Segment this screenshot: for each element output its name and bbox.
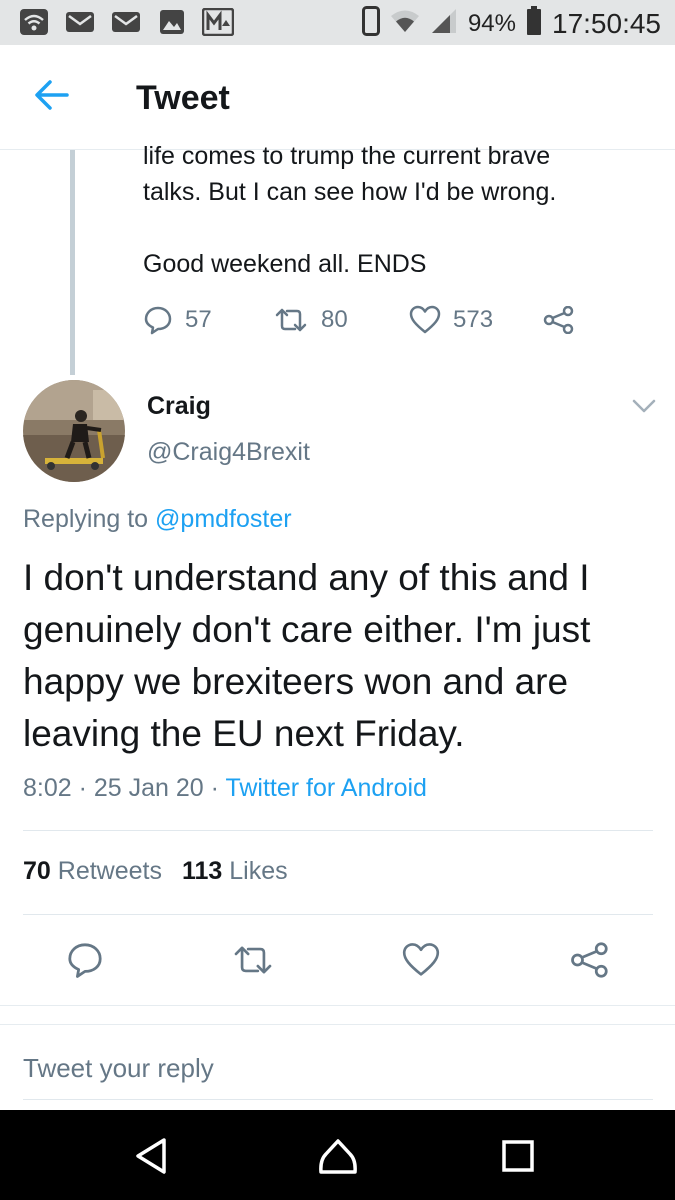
reply-icon — [68, 943, 102, 978]
heart-icon — [409, 305, 441, 334]
tweet-text: I don't understand any of this and I gen… — [23, 557, 591, 754]
back-arrow-icon — [35, 80, 69, 110]
previous-tweet-line: talks. But I can see how I'd be wrong. — [143, 178, 557, 206]
tweet-meta: 8:02 · 25 Jan 20 · Twitter for Android — [23, 774, 427, 802]
nav-back-button[interactable] — [126, 1134, 174, 1178]
user-handle[interactable]: @Craig4Brexit — [147, 438, 310, 467]
previous-like-button[interactable]: 573 — [409, 305, 543, 335]
replying-prefix: Replying to — [23, 505, 156, 533]
previous-tweet-actions: 57 80 573 — [143, 300, 575, 340]
gallery-icon — [202, 8, 234, 36]
wifi-icon — [390, 8, 420, 39]
image-icon — [156, 8, 188, 36]
tweet-source-link[interactable]: Twitter for Android — [225, 774, 426, 802]
page-title: Tweet — [136, 79, 230, 117]
previous-tweet-line: life comes to trump the current brave — [143, 142, 551, 170]
user-name[interactable]: Craig — [147, 392, 211, 421]
app-header: Tweet — [0, 45, 675, 150]
system-nav-bar — [0, 1110, 675, 1200]
chevron-down-icon — [632, 399, 656, 413]
reply-button[interactable] — [60, 935, 110, 985]
retweets-stat[interactable]: 70 Retweets — [23, 857, 162, 885]
replying-to: Replying to @pmdfoster — [23, 505, 292, 534]
previous-retweet-button[interactable]: 80 — [273, 306, 409, 334]
heart-icon — [402, 943, 440, 976]
nav-recents-button[interactable] — [494, 1134, 542, 1178]
mail-icon-2 — [110, 8, 142, 36]
clock: 17:50:45 — [552, 7, 661, 39]
retweet-count: 80 — [321, 306, 348, 333]
mail-icon — [64, 8, 96, 36]
divider — [23, 914, 653, 915]
replying-to-link[interactable]: @pmdfoster — [155, 505, 292, 533]
notification-icons — [18, 8, 234, 36]
tweet-time: 8:02 — [23, 774, 72, 802]
like-count: 573 — [453, 306, 494, 333]
wifi-hotspot-icon — [18, 8, 50, 36]
like-total: 113 — [181, 857, 223, 885]
previous-share-button[interactable] — [543, 306, 575, 334]
nav-home-button[interactable] — [314, 1134, 362, 1178]
divider — [23, 1099, 653, 1100]
status-bar: 94% 17:50:45 — [0, 0, 675, 45]
divider — [23, 830, 653, 831]
previous-tweet-closing: Good weekend all. ENDS — [143, 250, 427, 278]
battery-icon — [526, 6, 542, 41]
reply-icon — [144, 306, 172, 335]
retweet-icon — [234, 946, 272, 974]
like-label: Likes — [229, 857, 288, 885]
tweet-date: 25 Jan 20 — [93, 774, 204, 802]
back-button[interactable] — [34, 79, 74, 115]
system-icons: 94% 17:50:45 — [361, 6, 661, 41]
back-triangle-icon — [136, 1138, 166, 1174]
tweet-actions — [0, 935, 675, 985]
share-icon — [571, 942, 608, 978]
tweet-menu-button[interactable] — [630, 396, 658, 418]
retweet-button[interactable] — [228, 935, 278, 985]
tweet-stats: 70 Retweets 113 Likes — [23, 857, 288, 886]
avatar[interactable] — [23, 380, 125, 482]
thread-line — [70, 150, 75, 375]
reply-input[interactable] — [23, 1048, 653, 1088]
home-icon — [319, 1139, 357, 1174]
previous-reply-button[interactable]: 57 — [143, 305, 273, 335]
signal-icon — [430, 7, 458, 40]
like-button[interactable] — [396, 935, 446, 985]
retweet-total: 70 — [23, 857, 51, 885]
retweet-icon — [275, 308, 307, 332]
reply-count: 57 — [185, 306, 212, 333]
retweet-label: Retweets — [57, 857, 162, 885]
battery-percent: 94% — [467, 9, 516, 37]
previous-tweet-text: life comes to trump the current brave ta… — [143, 138, 653, 282]
share-button[interactable] — [565, 935, 615, 985]
phone-icon — [361, 6, 380, 41]
recents-icon — [502, 1140, 534, 1172]
section-separator — [0, 1005, 675, 1025]
likes-stat[interactable]: 113 Likes — [182, 857, 288, 885]
share-icon — [543, 306, 574, 334]
